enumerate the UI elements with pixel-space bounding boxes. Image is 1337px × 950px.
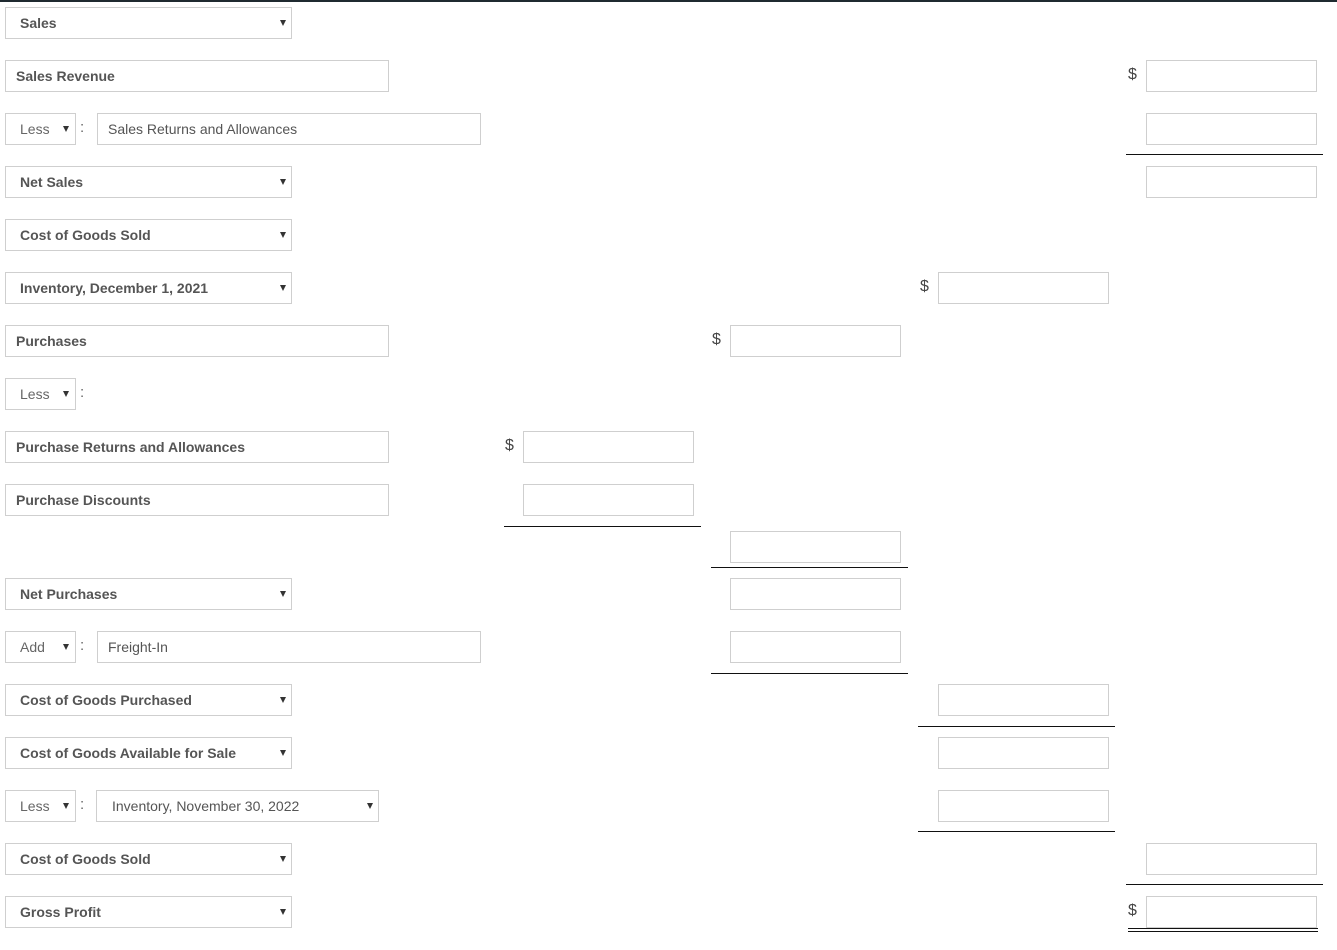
row-net-purchases: Net Purchases: [0, 578, 1337, 610]
account-select-inventory-beginning[interactable]: Inventory, December 1, 2021: [5, 272, 292, 304]
dollar-sign: $: [1128, 66, 1137, 83]
subtotal-underline: [1126, 154, 1323, 155]
row-cogs-heading: Cost of Goods Sold: [0, 219, 1337, 251]
account-select-inventory-ending[interactable]: Inventory, November 30, 2022: [96, 790, 379, 822]
row-cost-goods-purchased: Cost of Goods Purchased: [0, 684, 1337, 716]
subtotal-underline: [918, 831, 1115, 832]
select-value: Less: [20, 798, 50, 814]
select-value: Less: [20, 121, 50, 137]
account-input-purchase-discounts[interactable]: Purchase Discounts: [5, 484, 389, 516]
select-value: Add: [20, 639, 45, 655]
dropdown-arrow-icon: [63, 803, 69, 809]
account-input-purchase-returns[interactable]: Purchase Returns and Allowances: [5, 431, 389, 463]
row-less-deductions: Less :: [0, 378, 1337, 410]
subtotal-underline: [711, 673, 908, 674]
row-purchase-discounts: Purchase Discounts: [0, 484, 1337, 516]
dropdown-arrow-icon: [63, 644, 69, 650]
operator-select[interactable]: Less: [5, 113, 76, 145]
amount-input-purchase-discounts[interactable]: [523, 484, 694, 516]
dropdown-arrow-icon: [280, 232, 286, 238]
account-select-net-sales[interactable]: Net Sales: [5, 166, 292, 198]
amount-input-purchase-returns[interactable]: [523, 431, 694, 463]
row-purchase-returns: Purchase Returns and Allowances $: [0, 431, 1337, 463]
account-input-purchases[interactable]: Purchases: [5, 325, 389, 357]
dropdown-arrow-icon: [367, 803, 373, 809]
row-sales-revenue: Sales Revenue $: [0, 60, 1337, 92]
subtotal-underline: [504, 526, 701, 527]
row-total-deductions: [0, 531, 1337, 563]
total-double-underline: [1128, 928, 1318, 932]
dropdown-arrow-icon: [280, 179, 286, 185]
select-value: Cost of Goods Purchased: [20, 692, 192, 708]
row-inventory-beginning: Inventory, December 1, 2021 $: [0, 272, 1337, 304]
dropdown-arrow-icon: [63, 126, 69, 132]
account-select-cost-goods-available[interactable]: Cost of Goods Available for Sale: [5, 737, 292, 769]
amount-input-freight-in[interactable]: [730, 631, 901, 663]
dollar-sign: $: [920, 278, 929, 295]
row-inventory-ending: Less : Inventory, November 30, 2022: [0, 790, 1337, 822]
amount-input-sales-returns[interactable]: [1146, 113, 1317, 145]
select-value: Sales: [20, 15, 57, 31]
subtotal-underline: [918, 726, 1115, 727]
amount-input-net-purchases[interactable]: [730, 578, 901, 610]
select-value: Inventory, December 1, 2021: [20, 280, 209, 296]
row-freight-in: Add : Freight-In: [0, 631, 1337, 663]
account-select-gross-profit[interactable]: Gross Profit: [5, 896, 292, 928]
colon-separator: :: [80, 119, 85, 136]
amount-input-cost-goods-sold[interactable]: [1146, 843, 1317, 875]
row-sales-returns: Less : Sales Returns and Allowances: [0, 113, 1337, 145]
account-input-sales-revenue[interactable]: Sales Revenue: [5, 60, 389, 92]
dropdown-arrow-icon: [280, 591, 286, 597]
account-select-cogs-heading[interactable]: Cost of Goods Sold: [5, 219, 292, 251]
select-value: Less: [20, 386, 50, 402]
select-value: Cost of Goods Sold: [20, 851, 151, 867]
colon-separator: :: [80, 637, 85, 654]
dollar-sign: $: [505, 437, 514, 454]
row-cost-goods-available: Cost of Goods Available for Sale: [0, 737, 1337, 769]
dollar-sign: $: [1128, 902, 1137, 919]
row-sales-heading: Sales: [0, 7, 1337, 39]
select-value: Cost of Goods Sold: [20, 227, 151, 243]
amount-input-net-sales[interactable]: [1146, 166, 1317, 198]
select-value: Gross Profit: [20, 904, 101, 920]
row-cost-goods-sold: Cost of Goods Sold: [0, 843, 1337, 875]
dropdown-arrow-icon: [280, 856, 286, 862]
operator-select[interactable]: Less: [5, 378, 76, 410]
operator-select[interactable]: Add: [5, 631, 76, 663]
amount-input-cost-goods-purchased[interactable]: [938, 684, 1109, 716]
amount-input-inventory-beginning[interactable]: [938, 272, 1109, 304]
account-select-cost-goods-sold[interactable]: Cost of Goods Sold: [5, 843, 292, 875]
dropdown-arrow-icon: [280, 285, 286, 291]
amount-input-cost-goods-available[interactable]: [938, 737, 1109, 769]
amount-input-inventory-ending[interactable]: [938, 790, 1109, 822]
dropdown-arrow-icon: [63, 391, 69, 397]
dropdown-arrow-icon: [280, 750, 286, 756]
account-input-sales-returns[interactable]: Sales Returns and Allowances: [97, 113, 481, 145]
row-gross-profit: Gross Profit $: [0, 896, 1337, 928]
colon-separator: :: [80, 796, 85, 813]
dropdown-arrow-icon: [280, 909, 286, 915]
account-select-cost-goods-purchased[interactable]: Cost of Goods Purchased: [5, 684, 292, 716]
select-value: Net Sales: [20, 174, 84, 190]
subtotal-underline: [711, 567, 908, 568]
account-input-freight-in[interactable]: Freight-In: [97, 631, 481, 663]
operator-select[interactable]: Less: [5, 790, 76, 822]
select-value: Inventory, November 30, 2022: [112, 798, 300, 814]
account-select-sales[interactable]: Sales: [5, 7, 292, 39]
select-value: Cost of Goods Available for Sale: [20, 745, 237, 761]
subtotal-underline: [1126, 884, 1323, 885]
dropdown-arrow-icon: [280, 20, 286, 26]
dropdown-arrow-icon: [280, 697, 286, 703]
amount-input-sales-revenue[interactable]: [1146, 60, 1317, 92]
colon-separator: :: [80, 384, 85, 401]
top-border: [0, 0, 1337, 2]
select-value: Net Purchases: [20, 586, 118, 602]
row-net-sales: Net Sales: [0, 166, 1337, 198]
row-purchases: Purchases $: [0, 325, 1337, 357]
amount-input-purchases[interactable]: [730, 325, 901, 357]
dollar-sign: $: [712, 331, 721, 348]
account-select-net-purchases[interactable]: Net Purchases: [5, 578, 292, 610]
amount-input-total-deductions[interactable]: [730, 531, 901, 563]
amount-input-gross-profit[interactable]: [1146, 896, 1317, 928]
